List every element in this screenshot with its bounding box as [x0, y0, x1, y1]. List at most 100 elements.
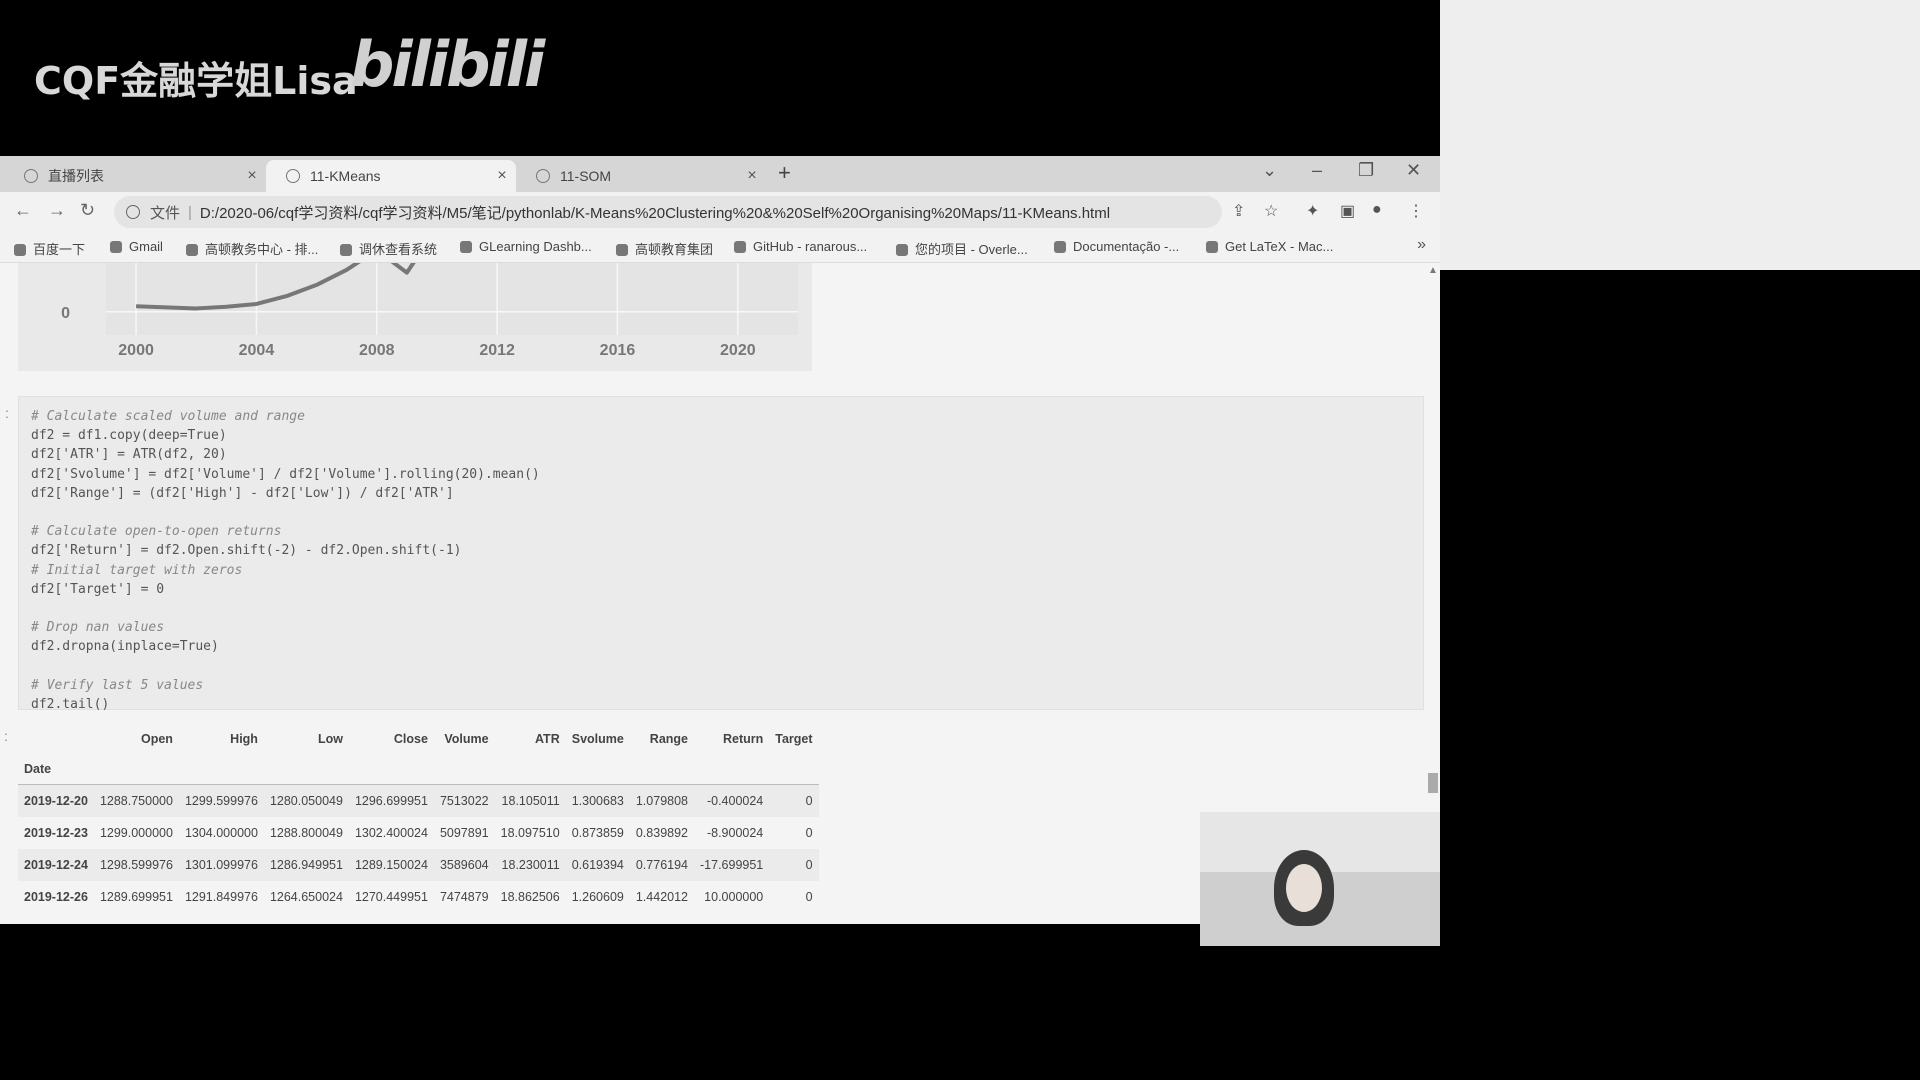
- column-header: High: [230, 732, 258, 746]
- code-comment-line: # Drop nan values: [31, 620, 165, 636]
- bilibili-logo: bilibili: [350, 28, 545, 101]
- table-cell: 18.105011: [501, 794, 560, 808]
- tab-label: 直播列表: [48, 168, 104, 184]
- close-icon[interactable]: ×: [238, 167, 266, 185]
- table-cell: 1289.150024: [354, 858, 428, 872]
- bookmark-item[interactable]: GLearning Dashb...: [460, 239, 592, 254]
- tab-live-list[interactable]: 直播列表 ×: [4, 160, 266, 192]
- presenter-face: [1286, 864, 1322, 912]
- code-cell[interactable]: : # Calculate scaled volume and range df2…: [5, 396, 1424, 712]
- code-comment-line: # Calculate scaled volume and range: [31, 409, 305, 424]
- code-line: df2 = df1.copy(deep=True): [31, 428, 227, 444]
- overleaf-icon: [896, 244, 908, 256]
- bookmark-item[interactable]: Get LaTeX - Mac...: [1206, 239, 1333, 254]
- bookmark-star-icon[interactable]: ☆: [1264, 201, 1278, 221]
- table-cell: -0.400024: [706, 794, 764, 808]
- index-header-blank: [93, 754, 179, 785]
- table-cell: 1289.699951: [99, 890, 173, 904]
- tab-label: 11-SOM: [560, 168, 612, 184]
- table-cell: 5097891: [439, 826, 489, 840]
- close-icon[interactable]: ×: [488, 167, 516, 185]
- table-cell: 1.300683: [571, 794, 624, 808]
- tab-search-chevron-icon[interactable]: ⌄: [1262, 160, 1277, 181]
- scroll-up-arrow-icon[interactable]: ▲: [1428, 265, 1438, 276]
- new-tab-button[interactable]: +: [778, 160, 791, 186]
- code-line: df2['ATR'] = ATR(df2, 20): [31, 447, 227, 463]
- profile-avatar-icon[interactable]: ●: [1372, 201, 1382, 219]
- tab-som[interactable]: 11-SOM ×: [516, 160, 766, 192]
- share-icon[interactable]: ⇪: [1232, 201, 1245, 221]
- x-tick-label: 2000: [118, 342, 154, 359]
- table-cell: -8.900024: [706, 826, 764, 840]
- y-tick-label: 0: [61, 305, 70, 322]
- index-header-blank: [433, 754, 495, 785]
- bookmark-item[interactable]: 百度一下: [14, 239, 85, 258]
- bookmarks-bar: 百度一下 Gmail 高顿教务中心 - 排... 调休查看系统 GLearnin…: [0, 232, 1440, 263]
- table-cell: 1304.000000: [184, 826, 258, 840]
- github-icon: [734, 241, 746, 253]
- table-cell: 7474879: [439, 890, 489, 904]
- globe-icon: [286, 169, 300, 183]
- address-bar[interactable]: 文件 | D:/2020-06/cqf学习资料/cqf学习资料/M5/笔记/py…: [114, 196, 1222, 228]
- index-header-blank: [565, 754, 630, 785]
- table-cell: 18.097510: [500, 826, 560, 840]
- code-line: df2['Svolume'] = df2['Volume'] / df2['Vo…: [31, 466, 540, 482]
- column-header: Target: [775, 732, 813, 746]
- bookmark-item[interactable]: 您的项目 - Overle...: [896, 239, 1028, 258]
- x-tick-label: 2012: [479, 342, 515, 359]
- close-icon[interactable]: ×: [738, 167, 766, 185]
- chart-output: 2000200420082012201620200200: [18, 183, 812, 371]
- scrollbar-thumb[interactable]: [1428, 773, 1438, 793]
- price-line-chart: 2000200420082012201620200200: [43, 183, 798, 359]
- back-button[interactable]: ←: [14, 200, 32, 221]
- index-header-blank: [178, 754, 264, 785]
- table-cell: 1299.000000: [99, 826, 173, 840]
- table-cell: 1291.849976: [184, 890, 258, 904]
- table-cell: 0: [805, 858, 813, 872]
- table-cell: 1.442012: [635, 890, 688, 904]
- bookmark-item[interactable]: GitHub - ranarous...: [734, 239, 867, 254]
- close-window-button[interactable]: ✕: [1406, 160, 1421, 181]
- table-cell: 1302.400024: [354, 826, 428, 840]
- url-text[interactable]: D:/2020-06/cqf学习资料/cqf学习资料/M5/笔记/pythonl…: [200, 202, 1110, 223]
- row-date: 2019-12-24: [24, 858, 88, 872]
- bookmarks-overflow-icon[interactable]: »: [1417, 236, 1426, 254]
- menu-icon[interactable]: ⋮: [1408, 201, 1424, 221]
- code-comment-line: # Calculate open-to-open returns: [31, 524, 282, 540]
- table-row: 2019-12-20 1288.750000 1299.599976 1280.050…: [18, 784, 819, 817]
- column-header: Low: [317, 732, 343, 746]
- code-line: df2.dropna(inplace=True): [31, 639, 219, 655]
- index-header-blank: [629, 754, 694, 785]
- bookmark-item[interactable]: Documentação -...: [1054, 239, 1179, 254]
- bookmark-item[interactable]: 高顿教育集团: [616, 239, 713, 258]
- header-blank: [18, 724, 94, 754]
- code-line: df2['Return'] = df2.Open.shift(-2) - df2…: [31, 543, 462, 559]
- bookmark-item[interactable]: 高顿教务中心 - 排...: [186, 239, 318, 258]
- restore-button[interactable]: ❐: [1358, 160, 1374, 181]
- forward-button[interactable]: →: [48, 200, 66, 221]
- dataframe-table: Open High Low Close Volume ATR Svolume Range Ret…: [18, 724, 819, 913]
- info-icon[interactable]: [126, 205, 140, 219]
- x-tick-label: 2008: [359, 342, 395, 359]
- row-date: 2019-12-20: [24, 794, 88, 808]
- table-cell: 18.230011: [501, 858, 560, 872]
- gear-icon: [616, 244, 628, 256]
- code-line: df2['Range'] = (df2['High'] - df2['Low']…: [31, 485, 454, 501]
- minimize-button[interactable]: –: [1312, 160, 1322, 181]
- tab-kmeans[interactable]: 11-KMeans ×: [266, 160, 516, 192]
- bookmark-item[interactable]: 调休查看系统: [340, 239, 437, 258]
- bookmark-item[interactable]: Gmail: [110, 239, 163, 254]
- table-row: 2019-12-23 1299.000000 1304.000000 1288.800…: [18, 817, 819, 849]
- reload-button[interactable]: ↻: [80, 200, 95, 221]
- table-cell: 1296.699951: [354, 794, 428, 808]
- extensions-icon[interactable]: ✦: [1306, 201, 1319, 221]
- column-header: Close: [393, 732, 428, 746]
- row-date: 2019-12-26: [24, 890, 88, 904]
- index-header-blank: [348, 754, 434, 785]
- table-header-row: Open High Low Close Volume ATR Svolume Range Ret…: [18, 724, 819, 754]
- background-pane: [1440, 0, 1920, 270]
- sidebar-icon[interactable]: ▣: [1340, 201, 1355, 221]
- code-editor[interactable]: # Calculate scaled volume and range df2 =…: [31, 407, 540, 714]
- table-index-header-row: Date: [18, 754, 819, 785]
